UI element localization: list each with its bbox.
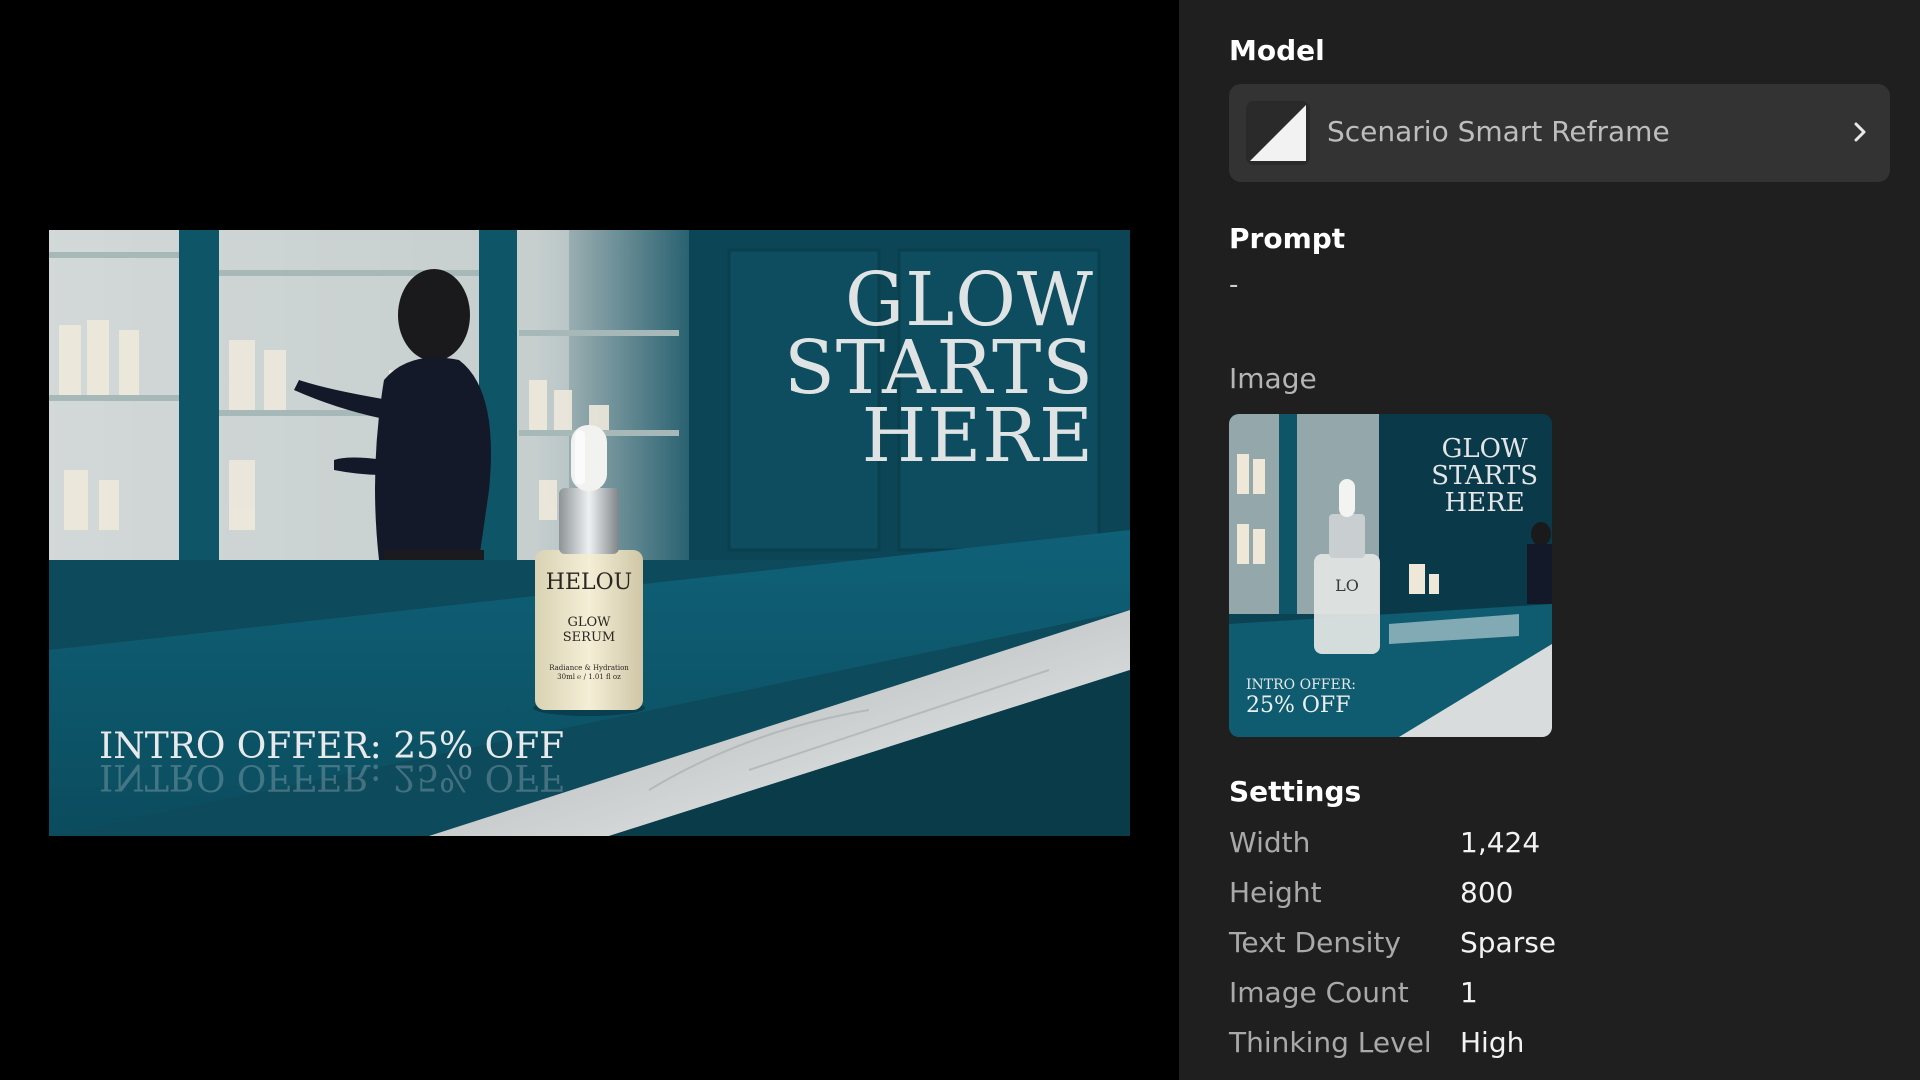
model-selector[interactable]: Scenario Smart Reframe: [1229, 84, 1890, 182]
setting-label: Width: [1229, 826, 1311, 859]
bottle-subtext: Radiance & Hydration 30ml ℮ / 1.01 fl oz: [549, 664, 629, 681]
chevron-right-icon: [1854, 122, 1866, 142]
input-image-thumbnail[interactable]: LO GLOW STARTS HERE INTRO OFFER: 25% OFF: [1229, 414, 1552, 737]
model-section-title: Model: [1229, 34, 1325, 67]
setting-value: 1,424: [1460, 826, 1541, 859]
setting-value: 1: [1460, 976, 1478, 1009]
details-panel: Model Scenario Smart Reframe Prompt - Im…: [1179, 0, 1920, 1080]
prompt-section-title: Prompt: [1229, 222, 1346, 255]
thumb-headline: GLOW STARTS HERE: [1431, 434, 1538, 518]
thumb-offer-small: INTRO OFFER:: [1246, 677, 1356, 693]
offer-text-reflection: INTRO OFFER: 25% OFF: [99, 756, 565, 797]
setting-label: Thinking Level: [1229, 1026, 1432, 1059]
setting-row-thinking-level: Thinking Level High: [1229, 1026, 1829, 1066]
setting-value: High: [1460, 1026, 1525, 1059]
setting-row-text-density: Text Density Sparse: [1229, 926, 1829, 966]
setting-label: Height: [1229, 876, 1322, 909]
thumb-bottle-brand: LO: [1335, 576, 1359, 595]
setting-value: 800: [1460, 876, 1514, 909]
main-preview-image[interactable]: GLOW STARTS HERE HELOU GLOW SERUM Radian…: [49, 230, 1130, 836]
model-name: Scenario Smart Reframe: [1327, 115, 1670, 148]
image-label: Image: [1229, 362, 1317, 395]
ad-headline: GLOW STARTS HERE: [784, 257, 1094, 479]
thumb-offer-big: 25% OFF: [1246, 693, 1351, 718]
bottle-product-name: GLOW SERUM: [562, 615, 616, 645]
prompt-value: -: [1229, 270, 1239, 300]
setting-row-width: Width 1,424: [1229, 826, 1829, 866]
setting-label: Text Density: [1229, 926, 1401, 959]
settings-section-title: Settings: [1229, 775, 1362, 808]
setting-row-height: Height 800: [1229, 876, 1829, 916]
preview-stage: GLOW STARTS HERE HELOU GLOW SERUM Radian…: [0, 0, 1179, 1080]
bottle-brand-label: HELOU: [545, 570, 633, 595]
setting-label: Image Count: [1229, 976, 1409, 1009]
setting-value: Sparse: [1460, 926, 1557, 959]
setting-row-image-count: Image Count 1: [1229, 976, 1829, 1016]
model-logo-icon: [1246, 101, 1310, 165]
